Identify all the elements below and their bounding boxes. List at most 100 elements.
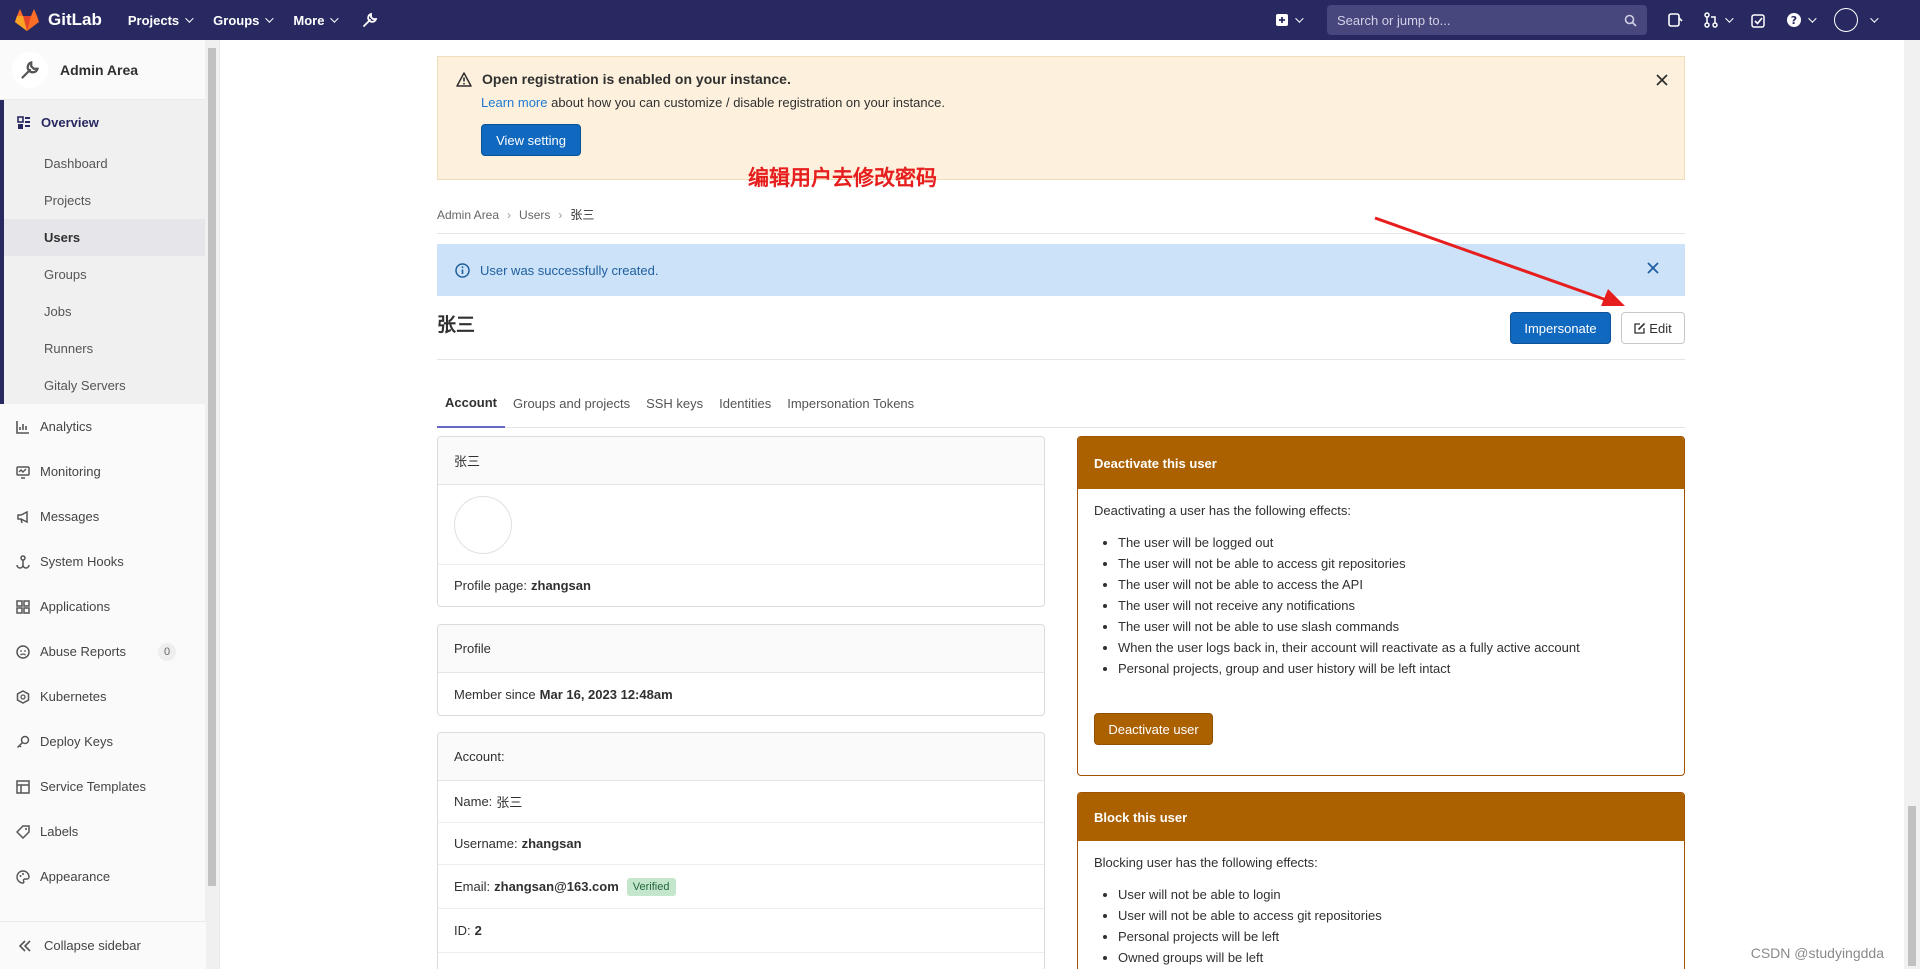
account-email-row: Email: zhangsan@163.com Verified [438,865,1044,909]
sidebar-item-gitaly-servers[interactable]: Gitaly Servers [4,367,206,404]
registration-alert-title: Open registration is enabled on your ins… [482,71,791,87]
sidebar-item-label: Dashboard [44,156,108,171]
tab-groups-and-projects[interactable]: Groups and projects [505,378,638,428]
chevron-double-left-icon [18,939,31,952]
breadcrumb-current-user[interactable]: 张三 [570,206,594,223]
sidebar-title: Admin Area [60,61,139,78]
edit-user-button[interactable]: Edit [1621,312,1685,344]
sidebar-item-messages[interactable]: Messages [0,494,206,539]
account-username-value: zhangsan [521,836,582,851]
sidebar-item-overview[interactable]: Overview [4,100,206,145]
abuse-reports-count-badge: 0 [158,642,176,661]
nav-more[interactable]: More [293,12,340,28]
sidebar-item-appearance[interactable]: Appearance [0,854,206,899]
sidebar-item-kubernetes[interactable]: Kubernetes [0,674,206,719]
tab-impersonation-tokens[interactable]: Impersonation Tokens [779,378,922,428]
breadcrumb-admin-area[interactable]: Admin Area [437,208,499,222]
account-id-row: ID: 2 [438,909,1044,953]
learn-more-link[interactable]: Learn more [481,95,547,110]
chevron-down-icon [1870,14,1879,23]
nav-groups[interactable]: Groups [213,12,275,28]
impersonate-button[interactable]: Impersonate [1510,312,1611,344]
monitor-icon [16,465,30,479]
sidebar-item-system-hooks[interactable]: System Hooks [0,539,206,584]
sidebar-item-abuse-reports[interactable]: Abuse Reports 0 [0,629,206,674]
sidebar-item-dashboard[interactable]: Dashboard [4,145,206,182]
edit-pencil-icon [1634,322,1646,334]
dismiss-registration-alert-button[interactable] [1656,73,1668,89]
page-scrollbar-thumb[interactable] [1908,806,1916,966]
close-icon [1656,74,1668,86]
sidebar-item-users[interactable]: Users [4,219,206,256]
view-setting-button[interactable]: View setting [481,124,581,156]
search-box[interactable] [1327,5,1647,35]
profile-card-header: Profile [438,625,1044,673]
sidebar-item-jobs[interactable]: Jobs [4,293,206,330]
todos-button[interactable] [1751,13,1766,28]
brand-name: GitLab [48,10,102,29]
chevron-down-icon [185,14,194,23]
tab-ssh-keys[interactable]: SSH keys [638,378,711,428]
sidebar-item-analytics[interactable]: Analytics [0,404,206,449]
gitlab-logo[interactable]: GitLab [14,8,102,32]
sidebar-item-labels[interactable]: Labels [0,809,206,854]
sidebar-overview-group: Overview Dashboard Projects Users Groups… [0,100,206,404]
sidebar-item-label: Labels [40,824,79,839]
list-item: When the user logs back in, their accoun… [1118,637,1668,658]
verified-badge: Verified [626,877,676,896]
tab-identities[interactable]: Identities [711,378,779,428]
sidebar-item-deploy-keys[interactable]: Deploy Keys [0,719,206,764]
sidebar-item-label: Appearance [40,869,111,884]
top-navbar: GitLab Projects Groups More ? [0,0,1920,40]
bullhorn-icon [17,510,28,523]
registration-alert-desc: about how you can customize / disable re… [547,95,945,110]
admin-area-link[interactable] [362,12,378,28]
user-menu-button[interactable] [1834,8,1879,32]
sidebar-item-groups[interactable]: Groups [4,256,206,293]
sidebar-item-monitoring[interactable]: Monitoring [0,449,206,494]
help-question-icon: ? [1787,13,1801,27]
collapse-sidebar-button[interactable]: Collapse sidebar [0,921,206,969]
sidebar-scrollbar[interactable] [205,40,219,969]
admin-wrench-badge [12,51,48,88]
sidebar-item-label: System Hooks [40,554,124,569]
block-card-header: Block this user [1078,793,1684,841]
user-profile-card: 张三 Profile page: zhangsan [437,436,1045,607]
account-name-label: Name: [454,794,493,809]
account-email-value[interactable]: zhangsan@163.com [494,879,619,894]
sidebar-item-label: Kubernetes [40,689,107,704]
page-scrollbar[interactable] [1904,40,1920,969]
issues-icon [1668,13,1683,27]
sidebar-item-projects[interactable]: Projects [4,182,206,219]
sidebar-item-applications[interactable]: Applications [0,584,206,629]
member-since-label: Member since [454,686,536,702]
issues-button[interactable] [1667,12,1683,28]
sidebar-item-label: Abuse Reports [40,644,126,659]
deactivate-user-button[interactable]: Deactivate user [1094,713,1213,745]
sidebar-item-service-templates[interactable]: Service Templates [0,764,206,809]
list-item: The user will be logged out [1118,532,1668,553]
sidebar-item-label: Messages [40,509,100,524]
help-button[interactable]: ? [1786,12,1817,28]
sidebar-item-label: Service Templates [40,779,146,794]
sidebar-overview-label: Overview [41,115,99,130]
account-username-row: Username: zhangsan [438,823,1044,865]
profile-page-link[interactable]: zhangsan [531,578,591,593]
search-input[interactable] [1337,12,1624,28]
sidebar-item-runners[interactable]: Runners [4,330,206,367]
user-created-message: User was successfully created. [480,262,659,278]
sidebar-item-label: Groups [44,267,87,282]
new-menu-button[interactable] [1275,13,1304,27]
sidebar-header[interactable]: Admin Area [0,40,206,100]
breadcrumb-users[interactable]: Users [519,208,550,222]
tab-account[interactable]: Account [437,378,505,428]
sidebar-scrollbar-thumb[interactable] [208,48,216,886]
sidebar-item-label: Projects [44,193,91,208]
sidebar-item-label: Jobs [44,304,72,319]
list-item: Personal projects will be left [1118,926,1668,947]
account-email-label: Email: [454,879,491,894]
dismiss-success-alert-button[interactable] [1647,262,1669,277]
merge-requests-button[interactable] [1703,12,1734,28]
sidebar-item-label: Users [44,230,81,245]
nav-projects[interactable]: Projects [128,12,194,28]
